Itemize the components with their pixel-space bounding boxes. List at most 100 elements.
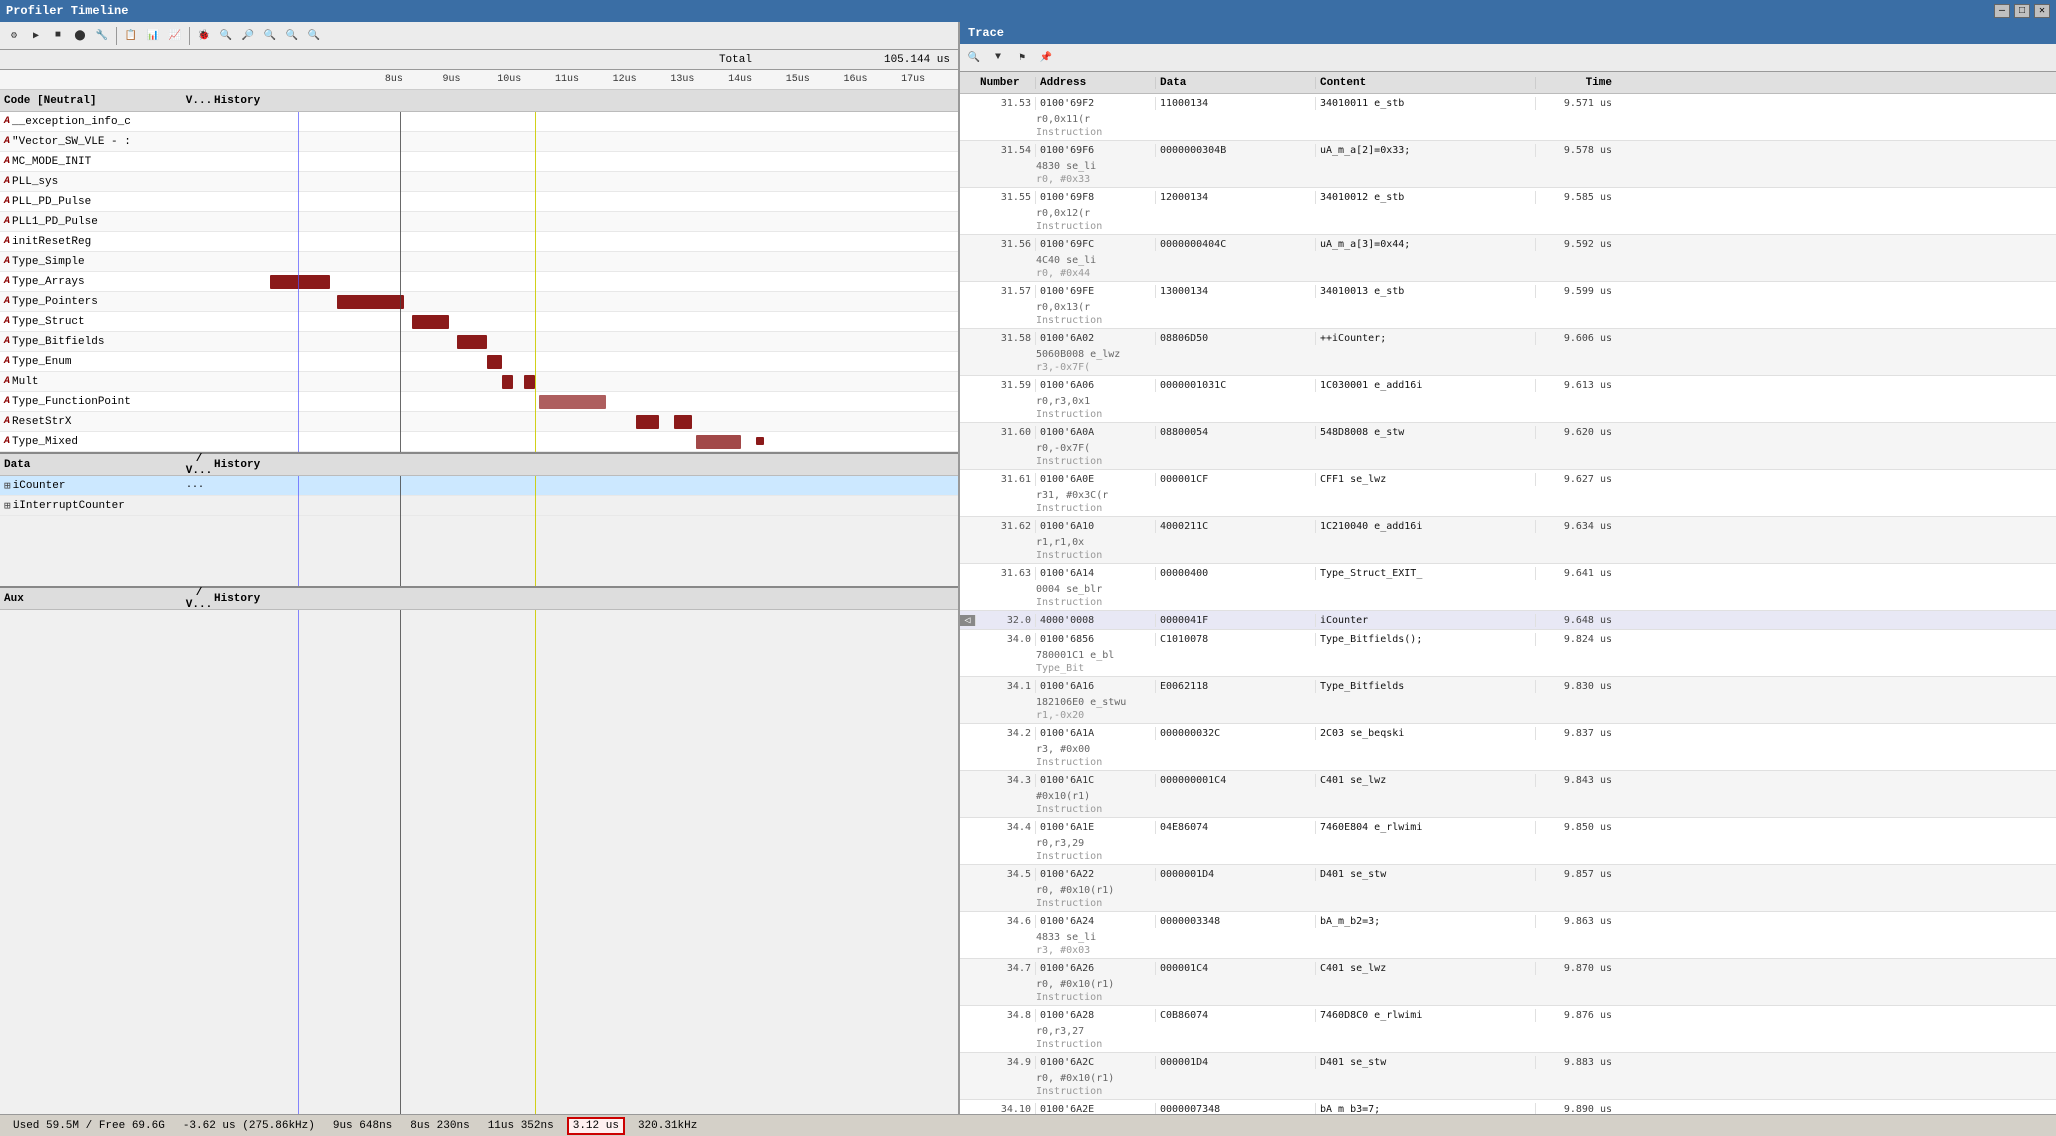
code-section-label: Code [Neutral]	[4, 95, 184, 107]
reset-strx-text: ResetStrX	[12, 416, 71, 428]
trace-row[interactable]: 31.590100'6A060000001031C1C030001 e_add1…	[960, 376, 2056, 423]
trace-row[interactable]: 31.630100'6A1400000400Type_Struct_EXIT_9…	[960, 564, 2056, 611]
main-container: Profiler Timeline — □ ✕ ⚙ ▶ ■ ⬤ 🔧 📋 📊 📈 …	[0, 0, 2056, 1136]
code-row-label-type-simple: A Type_Simple	[0, 256, 180, 268]
mult-icon: A	[4, 376, 10, 387]
trace-cell-data: 00000400	[1156, 567, 1316, 580]
code-row-type-arrays: A Type_Arrays	[0, 272, 958, 292]
zoom-reset-button[interactable]: 🔍	[282, 26, 302, 46]
close-button[interactable]: ✕	[2034, 4, 2050, 18]
type-pointers-icon: A	[4, 296, 10, 307]
trace-row[interactable]: 31.560100'69FC0000000404CuA_m_a[3]=0x44;…	[960, 235, 2056, 282]
maximize-button[interactable]: □	[2014, 4, 2030, 18]
zoom-in-button[interactable]: 🔍	[216, 26, 236, 46]
trace-row[interactable]: 31.570100'69FE1300013434010013 e_stb9.59…	[960, 282, 2056, 329]
zoom-custom-button[interactable]: 🔍	[304, 26, 324, 46]
trace-cell-data: 000000001C4	[1156, 774, 1316, 787]
zoom-out-button[interactable]: 🔎	[238, 26, 258, 46]
time-label-15us: 15us	[769, 74, 827, 85]
trace-row-detail2: r3,-0x7F(	[960, 361, 2056, 375]
trace-row[interactable]: 31.540100'69F60000000304BuA_m_a[2]=0x33;…	[960, 141, 2056, 188]
trace-row[interactable]: 34.50100'6A220000001D4D401 se_stw9.857 u…	[960, 865, 2056, 912]
init-reset-icon: A	[4, 236, 10, 247]
code-row-history-16	[210, 432, 958, 452]
trace-pin-btn[interactable]: 📌	[1036, 48, 1056, 68]
exception-info-text: __exception_info_c	[12, 116, 131, 128]
code-row-label-pll1-pd: A PLL1_PD_Pulse	[0, 216, 180, 228]
trace-row[interactable]: 34.100100'6A2E0000007348bA_m_b3=7;9.890 …	[960, 1100, 2056, 1114]
trace-rows-container[interactable]: 31.530100'69F21100013434010011 e_stb9.57…	[960, 94, 2056, 1114]
record-button[interactable]: ⬤	[70, 26, 90, 46]
data-row-icounter[interactable]: ⊞ iCounter ...	[0, 476, 958, 496]
time-label-11us: 11us	[538, 74, 596, 85]
data-row-iinterrupt[interactable]: ⊞ iInterruptCounter	[0, 496, 958, 516]
trace-search-btn[interactable]: 🔍	[964, 48, 984, 68]
code-row-label-type-mixed: A Type_Mixed	[0, 436, 180, 448]
code-row-mult: A Mult	[0, 372, 958, 392]
trace-marker-arrow[interactable]: ◁	[960, 615, 976, 626]
trace-cell-address: 0100'6A10	[1036, 520, 1156, 533]
aux-vline-yellow	[535, 610, 536, 1114]
trace-row[interactable]: 34.80100'6A28C0B860747460D8C0 e_rlwimi9.…	[960, 1006, 2056, 1053]
icounter-text: iCounter	[13, 480, 66, 492]
mc-mode-text: MC_MODE_INIT	[12, 156, 91, 168]
graph-button[interactable]: 📈	[165, 26, 185, 46]
trace-header-data: Data	[1156, 77, 1316, 89]
bar-type-enum	[487, 355, 502, 369]
chart-button[interactable]: 📊	[143, 26, 163, 46]
code-row-label-type-funcpoint: A Type_FunctionPoint	[0, 396, 180, 408]
code-row-type-bitfields: A Type_Bitfields	[0, 332, 958, 352]
code-row-label-pll-sys: A PLL_sys	[0, 176, 180, 188]
reset-strx-icon: A	[4, 416, 10, 427]
copy-button[interactable]: 📋	[121, 26, 141, 46]
code-row-history-3	[210, 172, 958, 192]
trace-row[interactable]: 31.620100'6A104000211C1C210040 e_add16i9…	[960, 517, 2056, 564]
aux-section-v: / V...	[184, 587, 214, 611]
status-time1: 9us 648ns	[328, 1118, 397, 1134]
time-label-9us: 9us	[423, 74, 481, 85]
trace-header-number: Number	[976, 77, 1036, 89]
trace-row-detail1: 5060B008 e_lwz	[960, 347, 2056, 361]
trace-row[interactable]: 31.610100'6A0E000001CFCFF1 se_lwz9.627 u…	[960, 470, 2056, 517]
zoom-fit-button[interactable]: 🔍	[260, 26, 280, 46]
aux-section-label: Aux	[4, 593, 184, 605]
settings-button[interactable]: ⚙	[4, 26, 24, 46]
trace-row[interactable]: 34.10100'6A16E0062118Type_Bitfields9.830…	[960, 677, 2056, 724]
trace-row[interactable]: 31.530100'69F21100013434010011 e_stb9.57…	[960, 94, 2056, 141]
trace-row[interactable]: 34.60100'6A240000003348bA_m_b2=3;9.863 u…	[960, 912, 2056, 959]
trace-filter-btn[interactable]: ▼	[988, 48, 1008, 68]
trace-flag-btn[interactable]: ⚑	[1012, 48, 1032, 68]
trace-row[interactable]: 31.600100'6A0A08800054548D8008 e_stw9.62…	[960, 423, 2056, 470]
code-row-history-14	[210, 392, 958, 412]
debug-button[interactable]: 🐞	[194, 26, 214, 46]
trace-row[interactable]: 34.20100'6A1A000000032C2C03 se_beqski9.8…	[960, 724, 2056, 771]
trace-cell-address: 0100'6A1E	[1036, 821, 1156, 834]
stop-button[interactable]: ■	[48, 26, 68, 46]
trace-cell-address: 0100'6A02	[1036, 332, 1156, 345]
trace-cell-data: 000001CF	[1156, 473, 1316, 486]
trace-row-detail1: 4C40 se_li	[960, 253, 2056, 267]
trace-row[interactable]: 34.90100'6A2C000001D4D401 se_stw9.883 us…	[960, 1053, 2056, 1100]
code-row-type-enum: A Type_Enum	[0, 352, 958, 372]
trace-row[interactable]: 34.40100'6A1E04E860747460E804 e_rlwimi9.…	[960, 818, 2056, 865]
run-button[interactable]: ▶	[26, 26, 46, 46]
code-row-init-reset: A initResetReg	[0, 232, 958, 252]
trace-row[interactable]: 34.70100'6A26000001C4C401 se_lwz9.870 us…	[960, 959, 2056, 1006]
trace-cell-number: 31.53	[976, 97, 1036, 110]
trace-row[interactable]: 31.550100'69F81200013434010012 e_stb9.58…	[960, 188, 2056, 235]
pll-sys-text: PLL_sys	[12, 176, 58, 188]
minimize-button[interactable]: —	[1994, 4, 2010, 18]
trace-row-detail1: 0004 se_blr	[960, 582, 2056, 596]
code-row-history-2	[210, 152, 958, 172]
trace-row[interactable]: 31.580100'6A0208806D50++iCounter;9.606 u…	[960, 329, 2056, 376]
data-row-label-icounter: ⊞ iCounter	[0, 479, 180, 493]
trace-row[interactable]: 34.30100'6A1C000000001C4C401 se_lwz9.843…	[960, 771, 2056, 818]
bar-type-bitfields	[457, 335, 487, 349]
iinterrupt-text: iInterruptCounter	[13, 500, 125, 512]
trace-row-detail2: Instruction	[960, 756, 2056, 770]
trace-row[interactable]: ◁32.04000'00080000041FiCounter9.648 us	[960, 611, 2056, 630]
code-section-header: Code [Neutral] V... History	[0, 90, 958, 112]
trace-row[interactable]: 34.00100'6856C1010078Type_Bitfields();9.…	[960, 630, 2056, 677]
config-button[interactable]: 🔧	[92, 26, 112, 46]
trace-cell-time: 9.830 us	[1536, 680, 1616, 693]
